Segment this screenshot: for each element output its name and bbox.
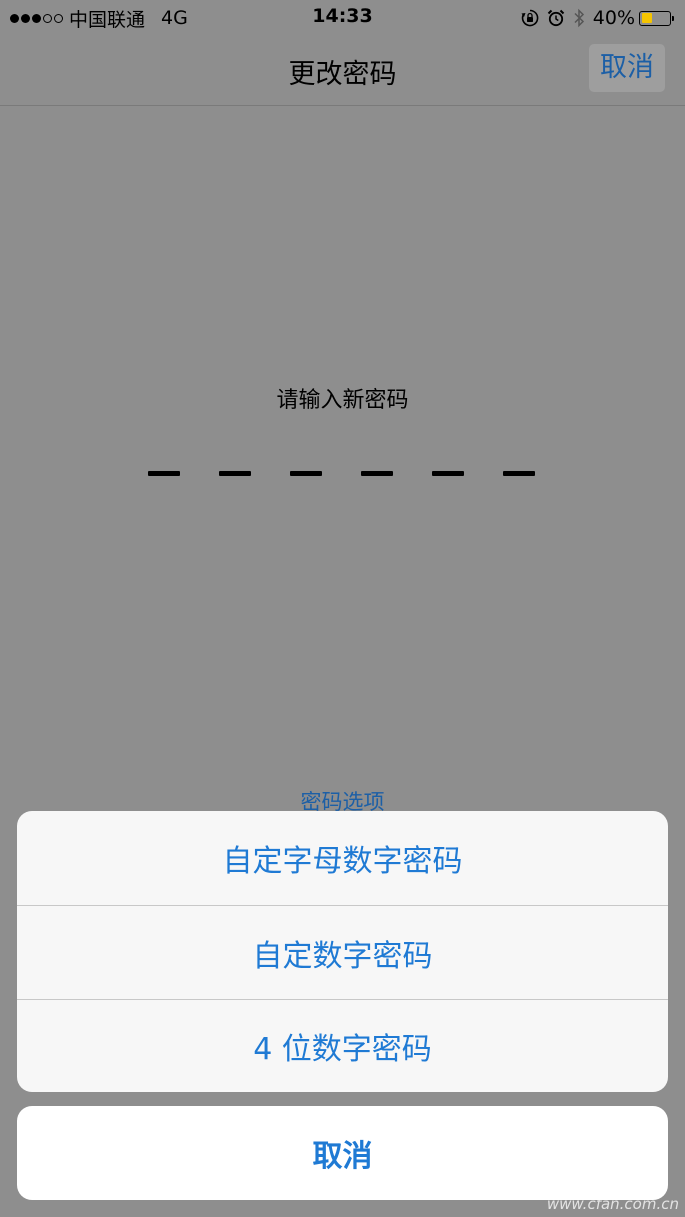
passcode-dash [290, 471, 322, 476]
option-4-digit[interactable]: 4 位数字密码 [17, 999, 668, 1092]
action-sheet: 自定字母数字密码 自定数字密码 4 位数字密码 [17, 811, 668, 1092]
page-title: 更改密码 [288, 59, 397, 90]
option-custom-alphanumeric[interactable]: 自定字母数字密码 [17, 811, 668, 905]
passcode-dash [432, 471, 464, 476]
nav-bar: 更改密码 取消 [0, 36, 685, 106]
status-right: 40% [521, 5, 674, 31]
watermark: www.cfan.com.cn [546, 1195, 679, 1213]
status-bar: 中国联通 4G 14:33 40% [0, 0, 685, 36]
bluetooth-icon [573, 8, 585, 28]
battery-icon [639, 10, 674, 26]
battery-percent: 40% [592, 7, 635, 29]
passcode-dashes[interactable] [148, 471, 538, 477]
passcode-dash [361, 471, 393, 476]
passcode-prompt: 请输入新密码 [276, 388, 409, 413]
battery-fill [641, 13, 653, 23]
passcode-dash [219, 471, 251, 476]
battery-status: 40% [592, 7, 674, 29]
passcode-dash [503, 471, 535, 476]
cancel-button[interactable]: 取消 [589, 44, 665, 92]
rotation-lock-icon [521, 9, 539, 27]
action-sheet-cancel-button[interactable]: 取消 [17, 1106, 668, 1200]
passcode-dash [148, 471, 180, 476]
alarm-icon [547, 9, 565, 27]
option-custom-numeric[interactable]: 自定数字密码 [17, 906, 668, 1000]
